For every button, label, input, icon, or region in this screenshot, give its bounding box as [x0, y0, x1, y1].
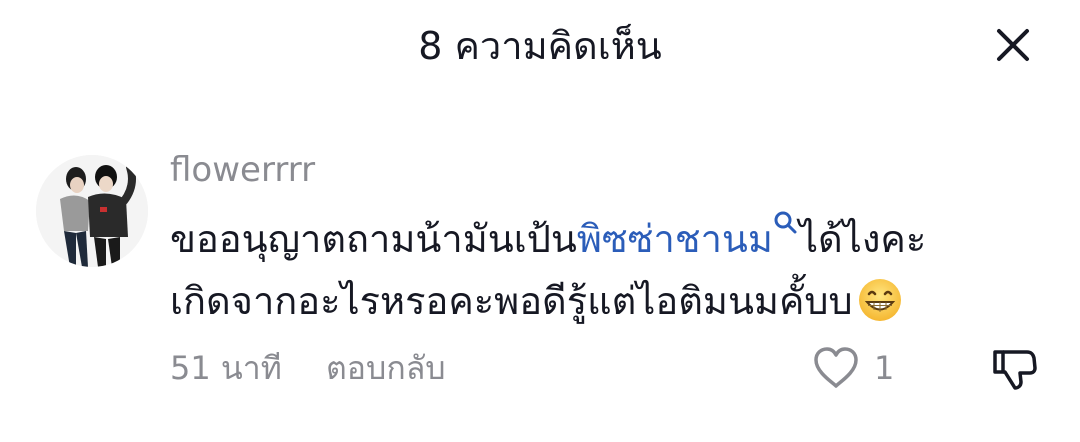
grinning-face-icon: [858, 278, 901, 321]
search-keyword-link[interactable]: พิซซ่าชานม: [577, 217, 773, 261]
reply-button[interactable]: ตอบกลับ: [326, 346, 446, 390]
comment-text-part: ได้ไงคะ: [798, 217, 927, 261]
comments-count-title: 8 ความคิดเห็น: [418, 24, 662, 68]
comment-timestamp: 51 นาที: [170, 349, 282, 387]
avatar[interactable]: [36, 155, 148, 267]
like-button[interactable]: 1: [812, 342, 894, 394]
comment-text: ขออนุญาตถามน้ามันเป้นพิซซ่าชานม ได้ไงคะ …: [170, 208, 1040, 332]
heart-icon: [814, 347, 858, 388]
dislike-button[interactable]: [988, 342, 1042, 396]
close-button[interactable]: [990, 22, 1036, 68]
close-icon: [997, 29, 1029, 61]
search-icon[interactable]: [773, 210, 799, 236]
comment-line-2: เกิดจากอะไรหรอคะพอดีรู้แต่ไอติมนมคั้บบ: [170, 270, 1040, 332]
comment-username[interactable]: flowerrrr: [170, 146, 315, 194]
comment-text-part: ขออนุญาตถามน้ามันเป้น: [170, 217, 577, 261]
like-count: 1: [874, 349, 895, 387]
comment-line-1: ขออนุญาตถามน้ามันเป้นพิซซ่าชานม ได้ไงคะ: [170, 208, 1040, 270]
comment-text-part: เกิดจากอะไรหรอคะพอดีรู้แต่ไอติมนมคั้บบ: [170, 279, 853, 323]
thumbs-down-icon: [993, 350, 1037, 390]
